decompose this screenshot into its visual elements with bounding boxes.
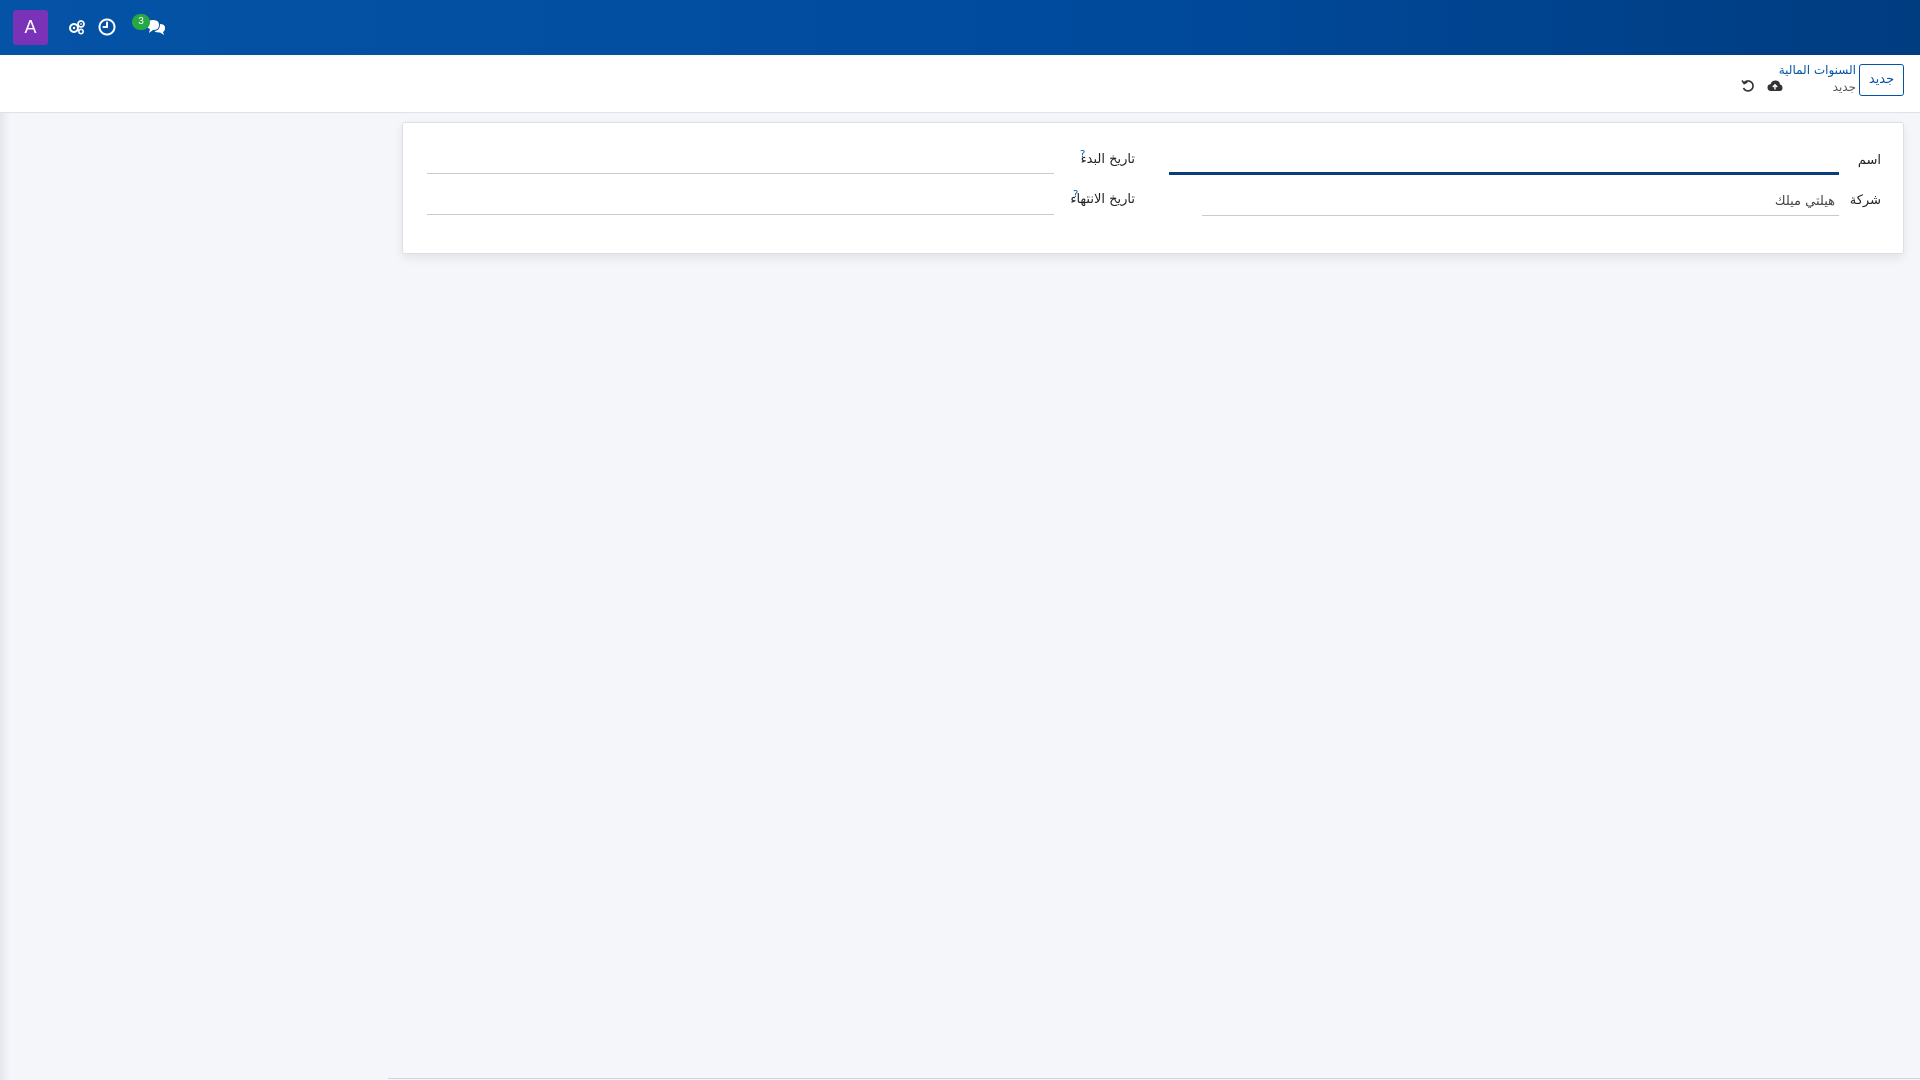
top-navbar: A 3 xyxy=(0,0,1920,55)
start-date-input[interactable] xyxy=(427,173,1054,174)
company-value[interactable]: هيلتي ميلك xyxy=(1775,194,1835,209)
form-sheet: اسم شركة هيلتي ميلك تاريخ البدء ? تاريخ … xyxy=(402,122,1904,254)
end-date-input[interactable] xyxy=(427,214,1054,215)
new-button[interactable]: جديد xyxy=(1859,64,1904,96)
settings-gears-icon[interactable] xyxy=(66,16,88,38)
chat-badge: 3 xyxy=(132,14,150,30)
clock-icon[interactable] xyxy=(96,16,118,38)
company-label: شركة xyxy=(1849,193,1881,208)
sidebar-shadow xyxy=(0,113,10,1080)
name-label: اسم xyxy=(1857,153,1881,168)
control-panel: جديد السنوات المالية جديد xyxy=(0,55,1920,113)
start-date-help-icon[interactable]: ? xyxy=(1080,149,1085,160)
footer-divider xyxy=(388,1078,1920,1079)
end-date-label: تاريخ الانتهاء xyxy=(1070,192,1135,207)
discard-undo-icon[interactable] xyxy=(1739,77,1757,95)
start-date-label: تاريخ البدء xyxy=(1080,152,1135,167)
save-cloud-icon[interactable] xyxy=(1766,77,1784,95)
user-avatar[interactable]: A xyxy=(13,10,48,45)
breadcrumb-parent-link[interactable]: السنوات المالية xyxy=(1779,63,1856,77)
name-input[interactable] xyxy=(1169,172,1839,175)
breadcrumb-current: جديد xyxy=(1832,80,1856,94)
end-date-help-icon[interactable]: ? xyxy=(1073,189,1078,200)
company-input[interactable] xyxy=(1202,215,1839,216)
